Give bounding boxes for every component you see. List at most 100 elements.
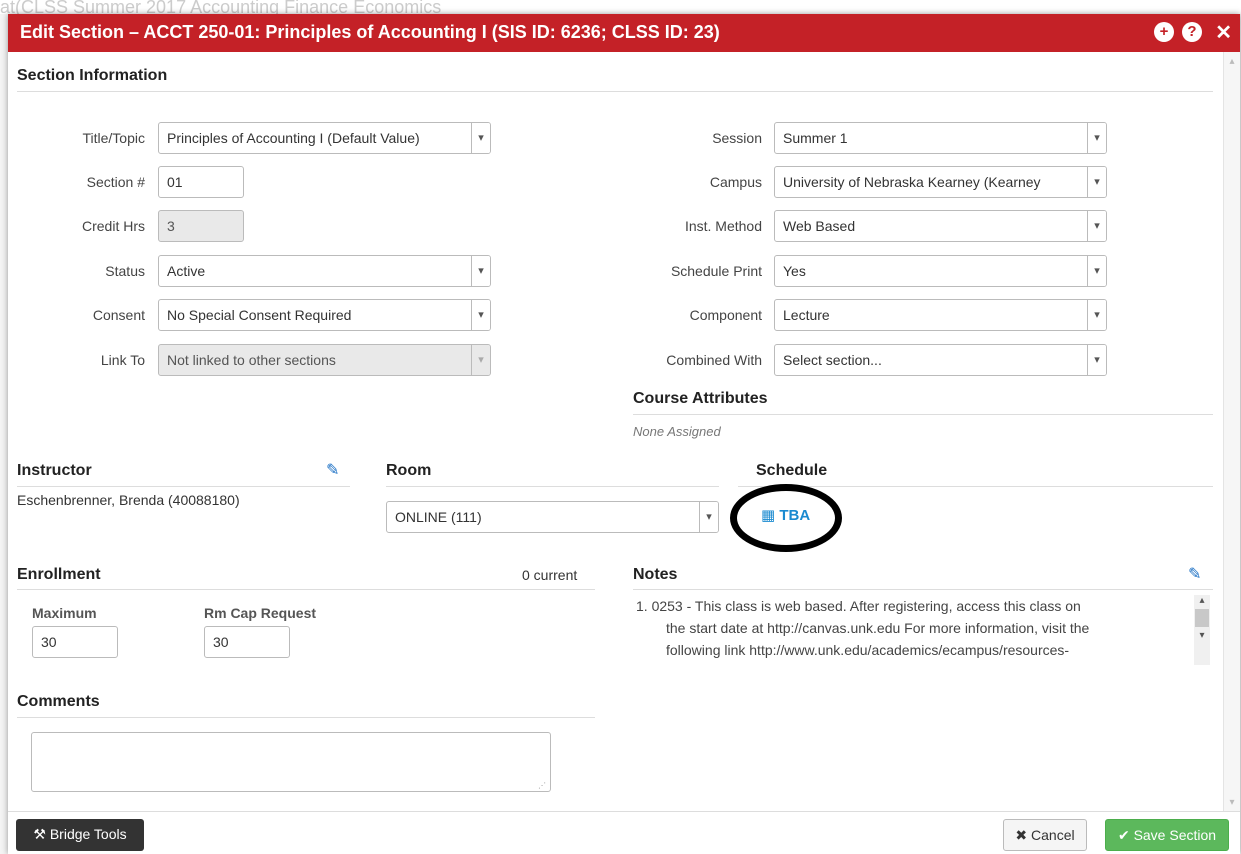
inst-method-select[interactable]: Web Based ▾ [774,210,1107,242]
room-value: ONLINE (111) [395,509,482,525]
campus-value: University of Nebraska Kearney (Kearney [783,174,1041,190]
scroll-up-icon[interactable]: ▴ [1224,56,1240,67]
schedule-print-select[interactable]: Yes ▾ [774,255,1107,287]
plus-circle-icon[interactable]: + [1154,22,1174,42]
divider [17,91,1213,92]
consent-label: Consent [92,307,145,323]
course-attributes-value: None Assigned [633,424,721,439]
dialog-footer: ⚒ Bridge Tools ✖ Cancel ✔ Save Section [8,812,1240,854]
divider [633,414,1213,415]
room-select[interactable]: ONLINE (111) ▾ [386,501,719,533]
chevron-down-icon: ▾ [471,256,490,286]
maximum-label: Maximum [32,605,97,621]
campus-select[interactable]: University of Nebraska Kearney (Kearney … [774,166,1107,198]
inst-method-value: Web Based [783,218,856,234]
divider [17,717,595,718]
comments-heading: Comments [17,693,100,710]
status-label: Status [105,263,145,279]
section-number-input[interactable]: 01 [158,166,244,198]
scroll-down-icon[interactable]: ▾ [1194,630,1210,641]
maximum-input[interactable]: 30 [32,626,118,658]
link-to-label: Link To [100,352,145,368]
notes-text: 1. 0253 - This class is web based. After… [636,595,1186,665]
cancel-label: Cancel [1031,827,1075,843]
enrollment-heading: Enrollment [17,566,101,583]
edit-notes-pencil-icon[interactable]: ✎ [1188,564,1201,584]
title-topic-value: Principles of Accounting I (Default Valu… [167,130,420,146]
room-heading: Room [386,462,432,479]
notes-scrollbar-thumb[interactable] [1195,609,1209,627]
hand-drawn-circle-annotation [730,484,842,552]
credit-hrs-input: 3 [158,210,244,242]
section-number-label: Section # [86,174,145,190]
bridge-tools-label: Bridge Tools [49,826,127,842]
edit-instructor-pencil-icon[interactable]: ✎ [326,460,339,480]
component-select[interactable]: Lecture ▾ [774,299,1107,331]
session-select[interactable]: Summer 1 ▾ [774,122,1107,154]
check-icon: ✔ [1117,827,1130,843]
dialog-content: Section Information Title/Topic Principl… [8,52,1240,812]
comments-textarea[interactable]: ⋰ [31,732,551,792]
schedule-heading: Schedule [756,462,828,479]
notes-scrollbar[interactable]: ▴ ▾ [1194,595,1210,665]
combined-with-value: Select section... [783,352,882,368]
chevron-down-icon: ▾ [471,123,490,153]
instructor-value: Eschenbrenner, Brenda (40088180) [17,492,240,508]
chevron-down-icon: ▾ [1087,256,1106,286]
status-select[interactable]: Active ▾ [158,255,491,287]
consent-select[interactable]: No Special Consent Required ▾ [158,299,491,331]
link-to-value: Not linked to other sections [167,352,336,368]
inst-method-label: Inst. Method [684,218,762,234]
status-value: Active [167,263,206,279]
chevron-down-icon: ▾ [471,300,490,330]
chevron-down-icon: ▾ [699,502,718,532]
session-label: Session [712,130,762,146]
combined-with-label: Combined With [666,352,762,368]
section-information-heading: Section Information [17,67,168,84]
edit-section-dialog: Edit Section – ACCT 250-01: Principles o… [8,14,1240,854]
enrollment-current-count: 0 current [522,567,578,583]
chevron-down-icon: ▾ [1087,300,1106,330]
cancel-button[interactable]: ✖ Cancel [1003,819,1087,851]
divider [17,589,595,590]
dialog-titlebar: Edit Section – ACCT 250-01: Principles o… [8,14,1240,52]
background-page-text: at(CLSS Summer 2017 Accounting Finance E… [0,0,1241,14]
divider [17,486,350,487]
chevron-down-icon: ▾ [1087,123,1106,153]
credit-hrs-value: 3 [167,218,175,234]
scroll-down-icon[interactable]: ▾ [1224,797,1240,808]
dialog-title: Edit Section – ACCT 250-01: Principles o… [20,22,720,42]
notes-heading: Notes [633,566,678,583]
combined-with-select[interactable]: Select section... ▾ [774,344,1107,376]
dialog-scrollbar[interactable]: ▴ ▾ [1223,52,1240,812]
credit-hrs-label: Credit Hrs [81,218,145,234]
schedule-print-value: Yes [783,263,806,279]
scroll-up-icon[interactable]: ▴ [1194,595,1210,606]
campus-label: Campus [709,174,762,190]
save-section-label: Save Section [1133,827,1217,843]
rm-cap-request-label: Rm Cap Request [204,605,317,621]
chevron-down-icon: ▾ [1087,211,1106,241]
chevron-down-icon: ▾ [1087,167,1106,197]
save-section-button[interactable]: ✔ Save Section [1105,819,1229,851]
rm-cap-request-input[interactable]: 30 [204,626,290,658]
rm-cap-request-value: 30 [213,634,229,650]
schedule-print-label: Schedule Print [670,263,762,279]
component-label: Component [689,307,762,323]
close-icon[interactable]: ✕ [1215,20,1232,45]
component-value: Lecture [783,307,830,323]
title-topic-select[interactable]: Principles of Accounting I (Default Valu… [158,122,491,154]
question-circle-icon[interactable]: ? [1182,22,1202,42]
section-number-value: 01 [167,174,183,190]
notes-line: the start date at http://canvas.unk.edu … [666,620,1090,636]
times-icon: ✖ [1015,827,1028,843]
chevron-down-icon: ▾ [1087,345,1106,375]
session-value: Summer 1 [783,130,848,146]
divider [633,589,1213,590]
tools-icon: ⚒ [33,826,46,842]
bridge-tools-button[interactable]: ⚒ Bridge Tools [16,819,144,851]
title-topic-label: Title/Topic [82,130,145,146]
resize-handle-icon[interactable]: ⋰ [538,781,546,790]
divider [386,486,719,487]
instructor-heading: Instructor [17,462,92,479]
